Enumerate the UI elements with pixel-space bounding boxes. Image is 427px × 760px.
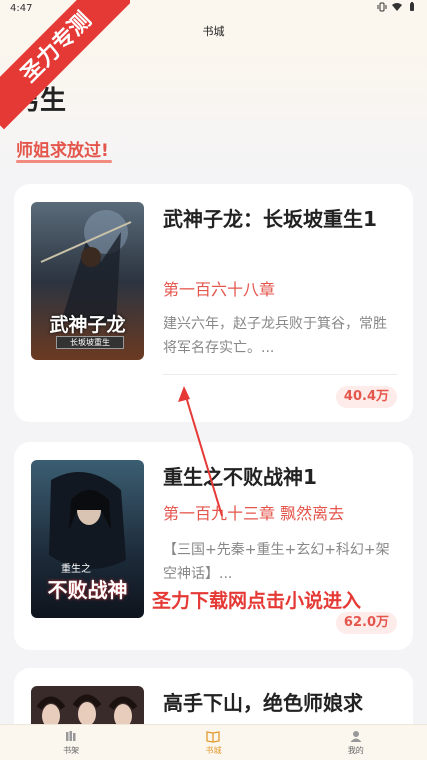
tab-label: 书城 [205, 746, 222, 755]
annotation-caption: 圣力下载网点击小说进入 [152, 590, 362, 612]
book-description: 【三国+先秦+重生+玄幻+科幻+架空神话】... [163, 542, 390, 582]
tab-label: 书架 [63, 746, 80, 755]
cover-subtitle: 长坂坡重生 [56, 336, 124, 349]
section-title: 男生 [14, 86, 67, 116]
status-time: 4:47 [10, 3, 33, 14]
card-divider [163, 374, 397, 375]
word-count-badge: 40.4万 [335, 386, 397, 408]
book-cover[interactable]: 重生之 不败战神 [31, 460, 144, 618]
book-description: 建兴六年，赵子龙兵败于箕谷，常胜将军名存实亡。... [163, 316, 387, 356]
cover-title: 武神子龙 [49, 314, 126, 336]
status-bar: 4:47 [0, 0, 427, 18]
book-title[interactable]: 重生之不败战神1 [163, 462, 399, 493]
person-icon [350, 731, 362, 742]
word-count-badge: 62.0万 [335, 612, 397, 634]
wifi-icon [392, 3, 402, 11]
tab-bookstore[interactable]: 书城 [142, 725, 284, 760]
cover-title: 不败战神 [47, 578, 128, 602]
latest-chapter: 第一百九十三章 飘然离去 [163, 504, 345, 523]
book-card[interactable]: 重生之 不败战神 重生之不败战神1 第一百九十三章 飘然离去 【三国+先秦+重生… [14, 442, 413, 650]
book-card[interactable]: 武神子龙 长坂坡重生 武神子龙：长坂坡重生1 第一百六十八章 建兴六年，赵子龙兵… [14, 184, 413, 422]
book-title[interactable]: 高手下山，绝色师娘求 [163, 688, 399, 719]
book-cover[interactable]: 武神子龙 长坂坡重生 [31, 202, 144, 360]
status-icons [377, 2, 417, 12]
section-subtitle-link[interactable]: 师姐求放过! [16, 136, 109, 161]
battery-icon [410, 2, 414, 11]
bookshelf-icon [66, 731, 76, 741]
vibrate-icon [377, 2, 387, 12]
cover-subtitle: 重生之 [61, 564, 91, 575]
bottom-tab-bar: 书架 书城 我的 [0, 724, 427, 760]
book-title[interactable]: 武神子龙：长坂坡重生1 [163, 204, 399, 235]
top-bar: 书城 [0, 18, 427, 48]
subtitle-underline [16, 160, 112, 163]
tab-bookshelf[interactable]: 书架 [0, 725, 142, 760]
tab-label: 我的 [347, 746, 364, 755]
book-open-icon [206, 731, 221, 743]
tab-profile[interactable]: 我的 [285, 725, 427, 760]
page-title: 书城 [202, 25, 225, 38]
latest-chapter: 第一百六十八章 [163, 280, 276, 299]
